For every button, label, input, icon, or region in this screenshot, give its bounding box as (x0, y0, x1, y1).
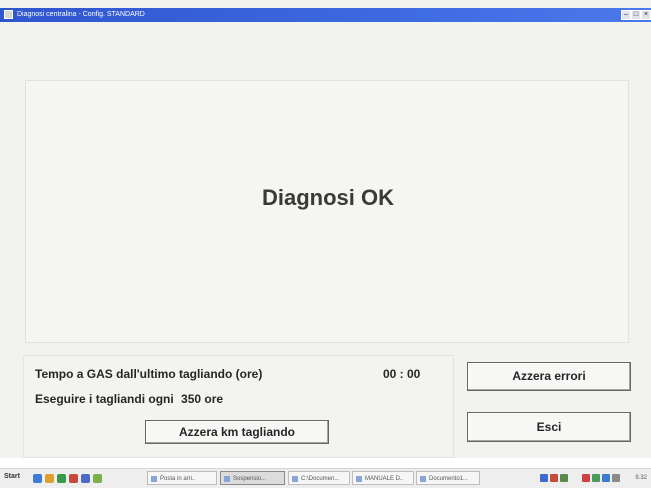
app-window: Diagnosi centralina - Config. STANDARD –… (0, 0, 651, 458)
taskbar-item[interactable]: Sospensio... (220, 471, 285, 485)
browser-icon[interactable] (33, 474, 42, 483)
title-bar[interactable]: Diagnosi centralina - Config. STANDARD –… (0, 8, 651, 22)
service-interval-value: 350 (181, 392, 202, 406)
maximize-icon[interactable]: □ (631, 10, 641, 20)
taskbar-clock: 9.32 (635, 475, 647, 481)
close-icon[interactable]: × (641, 10, 651, 20)
tray-status-icon[interactable] (592, 474, 600, 482)
tray-network-icon[interactable] (540, 474, 548, 482)
taskbar-item[interactable]: MANUALE D.. (352, 471, 414, 485)
quicklaunch-icon[interactable] (93, 474, 102, 483)
start-button[interactable]: Start (4, 473, 20, 480)
diagnosis-status: Diagnosi OK (261, 185, 394, 210)
exit-button[interactable]: Esci (467, 412, 631, 442)
gas-time-label: Tempo a GAS dall'ultimo tagliando (ore) (35, 367, 263, 381)
tray-volume-icon[interactable] (602, 474, 610, 482)
app-icon (4, 10, 13, 19)
taskbar-item[interactable]: Posta in arri.. (147, 471, 217, 485)
tray-app-icon[interactable] (560, 474, 568, 482)
window-title: Diagnosi centralina - Config. STANDARD (17, 11, 145, 18)
service-interval-unit: ore (204, 392, 224, 406)
folder-icon[interactable] (45, 474, 54, 483)
reset-km-button[interactable]: Azzera km tagliando (145, 420, 329, 444)
taskbar-item[interactable]: C:\Documen... (288, 471, 350, 485)
gas-time-value: 00 : 00 (383, 367, 421, 381)
tray-alert-icon[interactable] (550, 474, 558, 482)
minimize-icon[interactable]: – (621, 10, 631, 20)
reset-errors-button[interactable]: Azzera errori (467, 362, 631, 391)
taskbar: Start Posta in arri.. Sospensio... C:\Do… (0, 468, 651, 488)
app-launch-icon[interactable] (57, 474, 66, 483)
taskbar-item[interactable]: Documento1... (416, 471, 480, 485)
desktop-icon[interactable] (81, 474, 90, 483)
media-icon[interactable] (69, 474, 78, 483)
tray-misc-icon[interactable] (612, 474, 620, 482)
tray-security-icon[interactable] (582, 474, 590, 482)
service-info-box: Tempo a GAS dall'ultimo tagliando (ore) … (23, 355, 454, 458)
service-interval-label: Eseguire i tagliandi ogni (35, 392, 174, 406)
diagnosis-panel: Diagnosi OK (25, 80, 629, 343)
service-interval-row: Eseguire i tagliandi ogni 350 ore (35, 392, 223, 406)
system-tray: 9.32 (538, 471, 649, 485)
